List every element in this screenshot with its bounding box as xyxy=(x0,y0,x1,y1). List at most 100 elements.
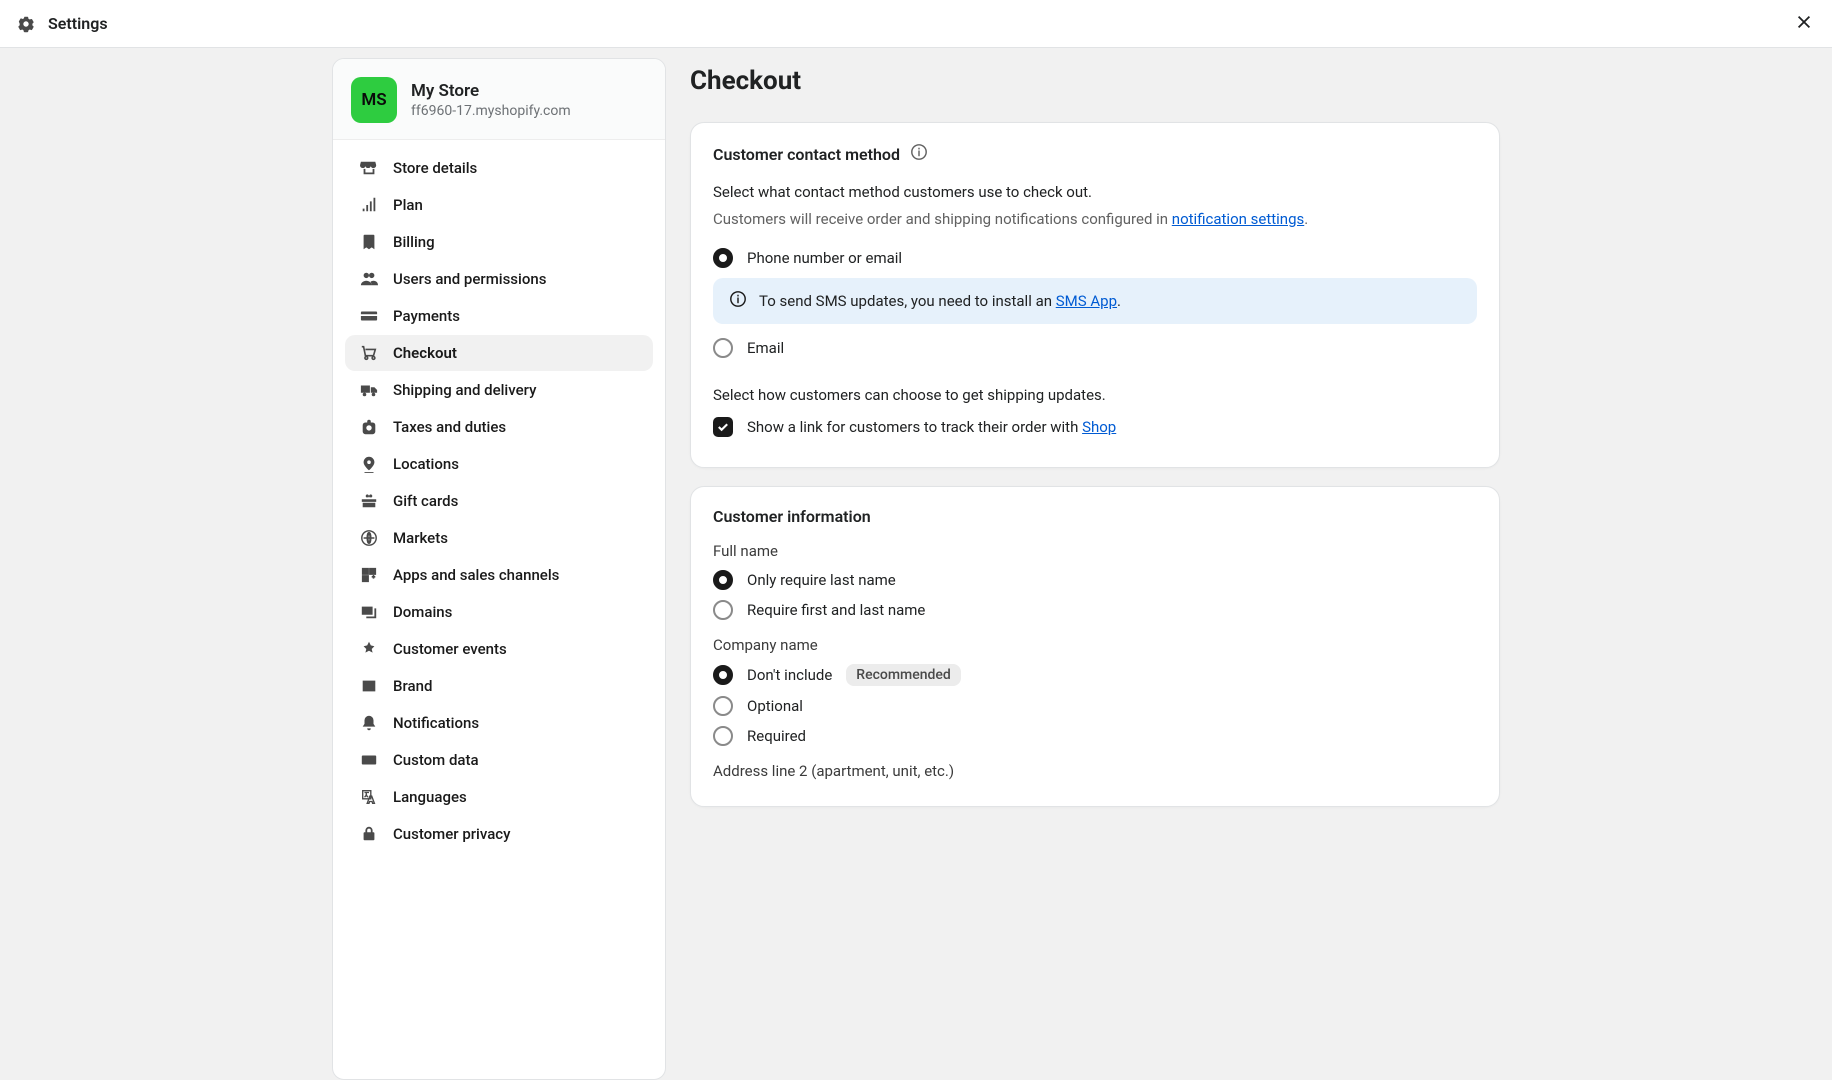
shipping-icon xyxy=(359,380,379,400)
sidebar-item-label: Store details xyxy=(393,159,477,177)
shipping-updates-lead: Select how customers can choose to get s… xyxy=(713,384,1477,407)
radio-icon xyxy=(713,726,733,746)
sidebar-item-checkout[interactable]: Checkout xyxy=(345,335,653,371)
close-icon xyxy=(1795,13,1813,35)
topbar-title: Settings xyxy=(48,14,108,33)
markets-icon xyxy=(359,528,379,548)
sidebar-item-label: Markets xyxy=(393,529,448,547)
sidebar-item-taxes[interactable]: Taxes and duties xyxy=(345,409,653,445)
store-domain: ff6960-17.myshopify.com xyxy=(411,103,571,119)
apps-icon xyxy=(359,565,379,585)
checkbox-icon xyxy=(713,417,733,437)
main-content: Checkout Customer contact method Select … xyxy=(690,58,1500,1080)
page-title: Checkout xyxy=(690,66,1500,96)
sidebar-item-label: Payments xyxy=(393,307,460,325)
banner-text: To send SMS updates, you need to install… xyxy=(759,292,1121,310)
sidebar-item-label: Plan xyxy=(393,196,423,214)
sidebar-item-label: Users and permissions xyxy=(393,270,546,288)
sidebar-item-customer-events[interactable]: Customer events xyxy=(345,631,653,667)
custom-data-icon xyxy=(359,750,379,770)
radio-icon xyxy=(713,248,733,268)
sidebar-item-domains[interactable]: Domains xyxy=(345,594,653,630)
sidebar-item-label: Domains xyxy=(393,603,452,621)
taxes-icon xyxy=(359,417,379,437)
topbar: Settings xyxy=(0,0,1832,48)
sidebar-item-label: Notifications xyxy=(393,714,479,732)
sidebar-item-label: Billing xyxy=(393,233,435,251)
radio-company-optional[interactable]: Optional xyxy=(713,696,1477,716)
sidebar-item-label: Customer privacy xyxy=(393,825,510,843)
recommended-badge: Recommended xyxy=(846,664,961,686)
address2-label: Address line 2 (apartment, unit, etc.) xyxy=(713,762,1477,780)
customer-contact-card: Customer contact method Select what cont… xyxy=(690,122,1500,468)
lock-icon xyxy=(359,824,379,844)
locations-icon xyxy=(359,454,379,474)
close-button[interactable] xyxy=(1792,12,1816,36)
contact-subtext: Customers will receive order and shippin… xyxy=(713,208,1477,231)
notification-settings-link[interactable]: notification settings xyxy=(1172,210,1304,228)
bell-icon xyxy=(359,713,379,733)
radio-icon xyxy=(713,665,733,685)
sidebar-item-notifications[interactable]: Notifications xyxy=(345,705,653,741)
radio-icon xyxy=(713,696,733,716)
sidebar-item-label: Checkout xyxy=(393,344,457,362)
radio-first-last-name[interactable]: Require first and last name xyxy=(713,600,1477,620)
shop-link[interactable]: Shop xyxy=(1082,418,1116,436)
sidebar-item-label: Shipping and delivery xyxy=(393,381,536,399)
radio-company-required[interactable]: Required xyxy=(713,726,1477,746)
radio-label: Required xyxy=(747,727,806,745)
sidebar-item-custom-data[interactable]: Custom data xyxy=(345,742,653,778)
card-title: Customer information xyxy=(713,507,1477,526)
sidebar-item-locations[interactable]: Locations xyxy=(345,446,653,482)
radio-phone-or-email[interactable]: Phone number or email xyxy=(713,248,1477,268)
radio-company-dont-include[interactable]: Don't include Recommended xyxy=(713,664,1477,686)
full-name-label: Full name xyxy=(713,542,1477,560)
radio-icon xyxy=(713,570,733,590)
sidebar-item-label: Brand xyxy=(393,677,432,695)
languages-icon xyxy=(359,787,379,807)
sidebar-item-markets[interactable]: Markets xyxy=(345,520,653,556)
contact-lead: Select what contact method customers use… xyxy=(713,181,1477,204)
billing-icon xyxy=(359,232,379,252)
radio-last-name-only[interactable]: Only require last name xyxy=(713,570,1477,590)
sidebar-item-customer-privacy[interactable]: Customer privacy xyxy=(345,816,653,852)
sms-banner: To send SMS updates, you need to install… xyxy=(713,278,1477,324)
checkbox-label: Show a link for customers to track their… xyxy=(747,418,1116,436)
radio-label: Only require last name xyxy=(747,571,896,589)
sidebar-item-label: Customer events xyxy=(393,640,507,658)
sidebar-item-billing[interactable]: Billing xyxy=(345,224,653,260)
sidebar-item-label: Taxes and duties xyxy=(393,418,506,436)
sidebar-item-store-details[interactable]: Store details xyxy=(345,150,653,186)
gift-icon xyxy=(359,491,379,511)
radio-email[interactable]: Email xyxy=(713,338,1477,358)
sidebar-item-label: Languages xyxy=(393,788,467,806)
brand-icon xyxy=(359,676,379,696)
info-icon[interactable] xyxy=(910,143,928,165)
sidebar-item-label: Gift cards xyxy=(393,492,458,510)
sidebar-item-users[interactable]: Users and permissions xyxy=(345,261,653,297)
gear-icon xyxy=(16,14,36,34)
sidebar-item-languages[interactable]: Languages xyxy=(345,779,653,815)
sms-app-link[interactable]: SMS App xyxy=(1056,292,1117,310)
checkbox-shop-tracking[interactable]: Show a link for customers to track their… xyxy=(713,417,1477,437)
sidebar-item-payments[interactable]: Payments xyxy=(345,298,653,334)
company-name-label: Company name xyxy=(713,636,1477,654)
store-icon xyxy=(359,158,379,178)
settings-sidebar: MS My Store ff6960-17.myshopify.com Stor… xyxy=(332,58,666,1080)
store-block[interactable]: MS My Store ff6960-17.myshopify.com xyxy=(333,59,665,140)
settings-nav: Store details Plan Billing Users and per… xyxy=(333,140,665,863)
events-icon xyxy=(359,639,379,659)
sidebar-item-plan[interactable]: Plan xyxy=(345,187,653,223)
sidebar-item-gift-cards[interactable]: Gift cards xyxy=(345,483,653,519)
customer-information-card: Customer information Full name Only requ… xyxy=(690,486,1500,807)
radio-icon xyxy=(713,338,733,358)
payments-icon xyxy=(359,306,379,326)
radio-icon xyxy=(713,600,733,620)
info-icon xyxy=(729,290,747,312)
domains-icon xyxy=(359,602,379,622)
sidebar-item-shipping[interactable]: Shipping and delivery xyxy=(345,372,653,408)
sidebar-item-apps[interactable]: Apps and sales channels xyxy=(345,557,653,593)
radio-label: Email xyxy=(747,339,784,357)
plan-icon xyxy=(359,195,379,215)
sidebar-item-brand[interactable]: Brand xyxy=(345,668,653,704)
